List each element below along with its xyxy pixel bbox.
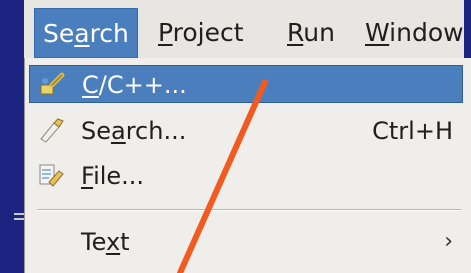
menu-item-text[interactable]: Text › bbox=[29, 223, 463, 261]
menu-search-label-rest: rch bbox=[89, 19, 129, 48]
menu-separator bbox=[37, 209, 461, 211]
menu-item-text-label: Text bbox=[81, 228, 130, 256]
menu-search[interactable]: Search bbox=[34, 8, 138, 58]
cpp-search-icon bbox=[40, 72, 65, 95]
submenu-arrow-icon: › bbox=[444, 229, 453, 254]
file-search-icon bbox=[39, 164, 64, 187]
menu-search-label: Se bbox=[43, 19, 75, 48]
menu-run-mnemonic: R bbox=[287, 18, 304, 47]
menu-window[interactable]: Window bbox=[357, 8, 471, 58]
menu-item-cpp-search[interactable]: C/C++... bbox=[29, 65, 463, 103]
menu-project[interactable]: Project bbox=[150, 8, 252, 58]
menu-window-mnemonic: W bbox=[365, 18, 390, 47]
editor-margin-mark bbox=[14, 213, 24, 215]
menu-run-label-rest: un bbox=[303, 18, 335, 47]
menu-item-cpp-search-label: C/C++... bbox=[82, 71, 187, 99]
menu-item-file-search[interactable]: File... bbox=[29, 157, 463, 195]
search-dropdown-menu: C/C++... Search... Ctrl+H File... Text › bbox=[24, 58, 471, 273]
menu-item-search-shortcut: Ctrl+H bbox=[372, 117, 453, 145]
search-flashlight-icon bbox=[40, 118, 64, 143]
menu-project-mnemonic: P bbox=[158, 18, 173, 47]
menu-project-label-rest: roject bbox=[172, 18, 244, 47]
editor-margin-mark bbox=[14, 218, 24, 220]
menu-item-search-label: Search... bbox=[81, 117, 187, 145]
menu-item-file-search-label: File... bbox=[81, 162, 145, 190]
menu-item-search[interactable]: Search... Ctrl+H bbox=[29, 112, 463, 150]
menu-window-label-rest: indow bbox=[389, 18, 464, 47]
background-panel-left bbox=[0, 0, 24, 273]
menu-search-mnemonic: a bbox=[74, 19, 90, 48]
menu-run[interactable]: Run bbox=[279, 8, 343, 58]
